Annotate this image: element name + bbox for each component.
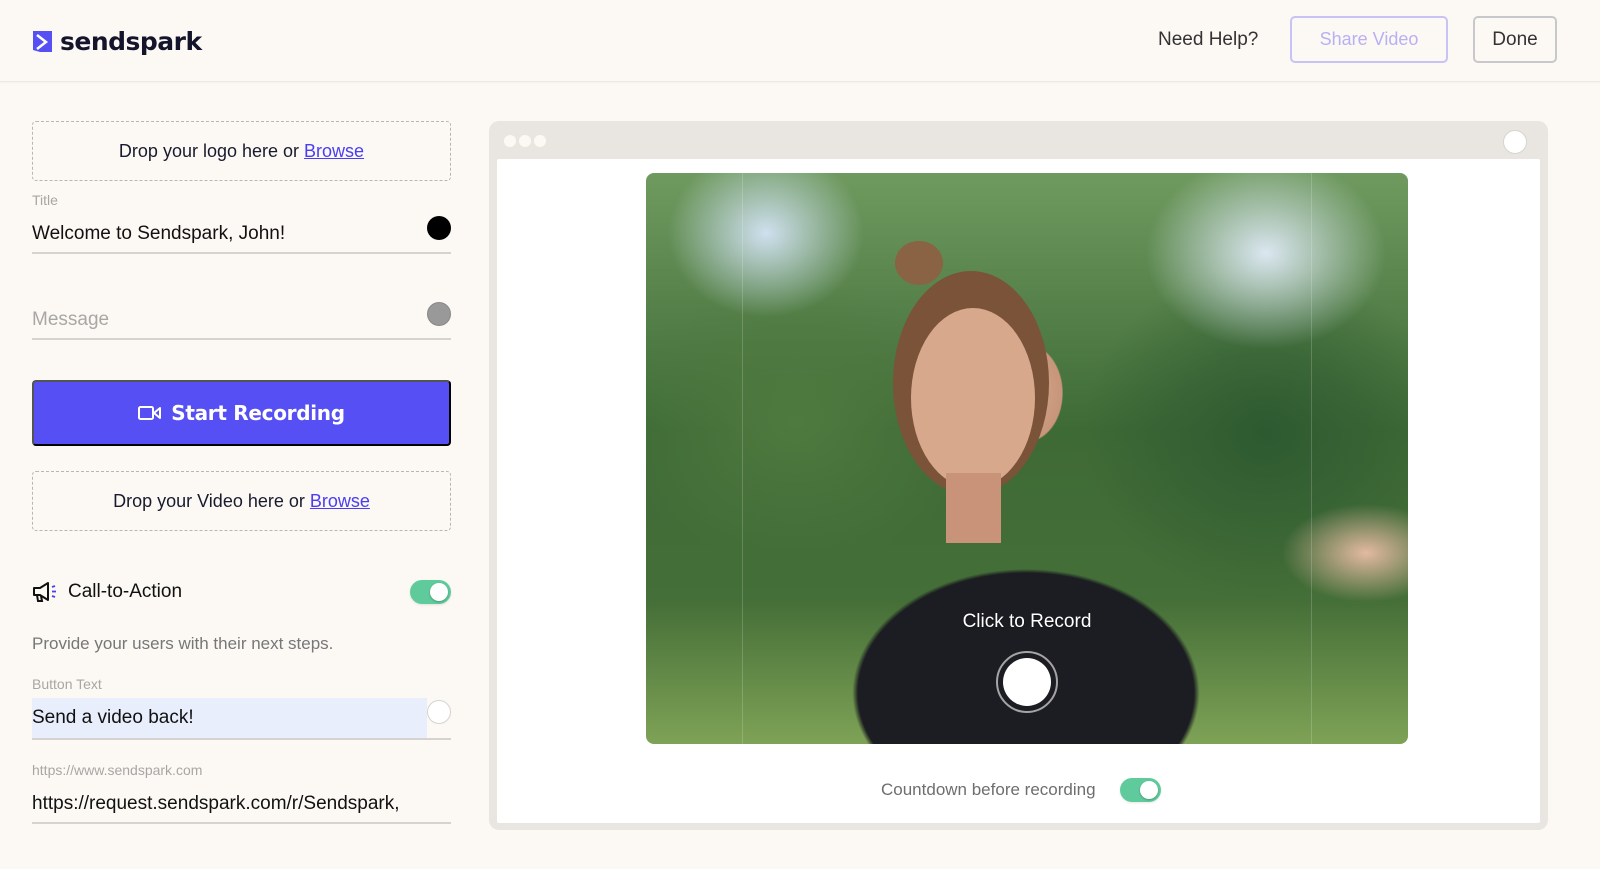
window-dot [519,135,531,147]
video-dropzone-text: Drop your Video here or [113,490,305,511]
message-color-picker[interactable] [427,302,451,326]
message-input[interactable]: Message [32,309,109,331]
person-silhouette [893,241,1049,543]
brand-logo[interactable]: sendspark [32,27,202,56]
cta-description: Provide your users with their next steps… [32,634,334,653]
logo-dropzone[interactable]: Drop your logo here or Browse [32,121,451,181]
title-color-picker[interactable] [427,216,451,240]
button-color-picker[interactable] [427,700,451,724]
grid-line [742,173,743,744]
share-video-button[interactable]: Share Video [1290,16,1448,63]
url-field[interactable]: https://request.sendspark.com/r/Sendspar… [32,786,451,824]
countdown-label: Countdown before recording [881,780,1096,799]
message-field[interactable]: Message [32,302,451,340]
start-recording-button[interactable]: Start Recording [32,380,451,446]
countdown-toggle-knob [1139,781,1158,799]
sendspark-logo-icon [33,30,52,52]
title-input[interactable]: Welcome to Sendspark, John! [32,223,285,245]
button-text-label: Button Text [32,676,102,692]
start-recording-label: Start Recording [171,401,345,425]
countdown-row: Countdown before recording [881,778,1161,802]
brand-name: sendspark [60,27,202,56]
video-dropzone[interactable]: Drop your Video here or Browse [32,471,451,531]
url-label: https://www.sendspark.com [32,762,203,778]
top-bar: sendspark Need Help? Share Video Done [0,0,1600,82]
title-label: Title [32,192,58,208]
window-dots [504,135,546,147]
cta-header: Call-to-Action [32,576,451,608]
record-button-core [1003,658,1051,706]
done-button[interactable]: Done [1473,16,1557,63]
video-browse-link[interactable]: Browse [310,491,370,512]
cta-toggle-knob [430,583,448,601]
video-camera-icon [138,406,162,420]
window-dot [534,135,546,147]
button-text-input[interactable]: Send a video back! [32,698,427,738]
record-button[interactable] [996,651,1058,713]
preview-avatar-circle [1503,130,1527,154]
title-field[interactable]: Welcome to Sendspark, John! [32,216,451,254]
countdown-toggle[interactable] [1119,778,1161,802]
window-dot [504,135,516,147]
camera-preview[interactable]: Click to Record [646,173,1408,744]
cta-title: Call-to-Action [68,581,183,602]
grid-line [1311,173,1312,744]
megaphone-icon [33,582,56,602]
preview-canvas: Click to Record Countdown before recordi… [497,159,1540,823]
logo-dropzone-text: Drop your logo here or [118,140,300,161]
button-text-field[interactable]: Send a video back! [32,698,451,740]
cta-toggle[interactable] [410,580,451,604]
click-to-record-text: Click to Record [962,611,1092,632]
need-help-link[interactable]: Need Help? [1158,29,1258,51]
preview-window: Click to Record Countdown before recordi… [489,121,1548,830]
url-input[interactable]: https://request.sendspark.com/r/Sendspar… [32,793,428,815]
logo-browse-link[interactable]: Browse [304,141,364,162]
